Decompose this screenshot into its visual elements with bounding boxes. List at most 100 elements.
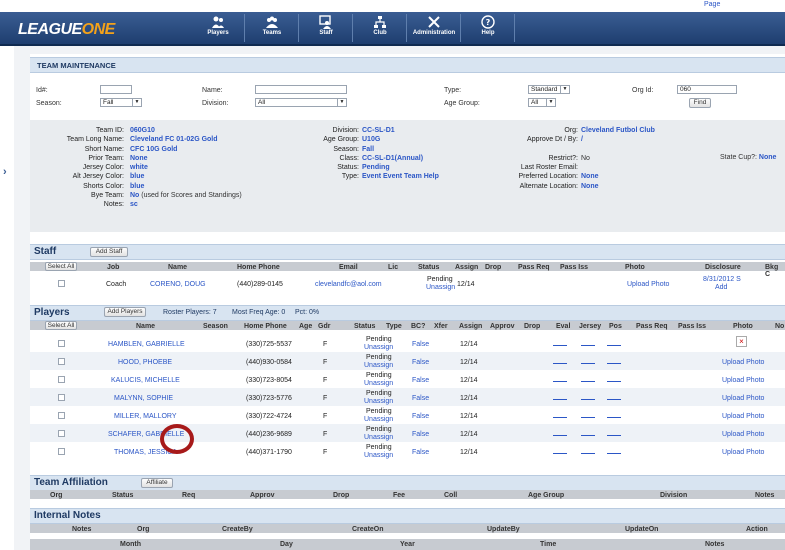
season-key: Season: [333, 145, 359, 153]
notes-value: sc [130, 201, 138, 209]
player-bc-link[interactable]: False [412, 359, 429, 366]
nav-teams[interactable]: Teams [245, 15, 299, 43]
players-col-type: Type [386, 323, 402, 330]
approve-key: Approve Dt / By: [527, 136, 578, 144]
event-team-help-link[interactable]: Event Team Help [383, 173, 439, 180]
staff-row-checkbox[interactable] [58, 280, 65, 287]
player-unassign-link[interactable]: Unassign [364, 416, 393, 423]
player-row-checkbox[interactable] [58, 340, 65, 347]
player-unassign-link[interactable]: Unassign [364, 434, 393, 441]
player-assign: 12/14 [460, 341, 478, 348]
jersey-field[interactable] [581, 363, 595, 364]
player-status: Pending [366, 444, 392, 451]
player-unassign-link[interactable]: Unassign [364, 452, 393, 459]
eval-field[interactable] [553, 417, 567, 418]
pos-field[interactable] [607, 435, 621, 436]
nav-help[interactable]: ? Help [461, 15, 515, 43]
player-status: Pending [366, 336, 392, 343]
player-bc-link[interactable]: False [412, 377, 429, 384]
add-players-button[interactable]: Add Players [104, 307, 146, 317]
staff-col-status: Status [418, 264, 440, 271]
staff-name-link[interactable]: CORENO, DOUG [150, 281, 206, 288]
jersey-field[interactable] [581, 381, 595, 382]
player-bc-link[interactable]: False [412, 341, 429, 348]
player-name-link[interactable]: MALYNN, SOPHIE [114, 395, 173, 402]
player-name-link[interactable]: HOOD, PHOEBE [118, 359, 172, 366]
jersey-field[interactable] [581, 453, 595, 454]
player-upload-photo-link[interactable]: Upload Photo [722, 377, 764, 384]
nav-players[interactable]: Players [191, 15, 245, 43]
player-row-checkbox[interactable] [58, 412, 65, 419]
type-select[interactable]: Standard ▼ [528, 85, 570, 94]
add-staff-button[interactable]: Add Staff [90, 247, 128, 257]
broken-image-icon[interactable]: × [736, 336, 747, 347]
staff-disclosure-add-link[interactable]: Add [715, 284, 727, 291]
player-bc-link[interactable]: False [412, 449, 429, 456]
staff-email-link[interactable]: clevelandfc@aol.com [315, 281, 382, 288]
pos-field[interactable] [607, 345, 621, 346]
player-upload-photo-link[interactable]: Upload Photo [722, 395, 764, 402]
jersey-field[interactable] [581, 435, 595, 436]
player-upload-photo-link[interactable]: Upload Photo [722, 359, 764, 366]
eval-field[interactable] [553, 363, 567, 364]
page-link[interactable]: Page [704, 1, 720, 8]
player-row-checkbox[interactable] [58, 394, 65, 401]
eval-field[interactable] [553, 381, 567, 382]
age-group-select[interactable]: All ▼ [528, 98, 556, 107]
type-value: Event [362, 173, 382, 181]
eval-field[interactable] [553, 435, 567, 436]
alternate-location-key: Alternate Location: [519, 182, 578, 190]
player-phone: (330)725-5537 [246, 341, 292, 348]
staff-col-home-phone: Home Phone [237, 264, 280, 271]
player-row-checkbox[interactable] [58, 448, 65, 455]
staff-unassign-link[interactable]: Unassign [426, 284, 455, 291]
staff-select-all-button[interactable]: Select All [45, 262, 77, 271]
affiliate-button[interactable]: Affiliate [141, 478, 173, 488]
player-name-link[interactable]: KALUCIS, MICHELLE [111, 377, 180, 384]
pos-field[interactable] [607, 363, 621, 364]
staff-col-assign: Assign [455, 264, 479, 271]
name-input[interactable] [255, 85, 347, 94]
player-row-checkbox[interactable] [58, 358, 65, 365]
chevron-right-icon[interactable]: › [3, 166, 7, 178]
player-unassign-link[interactable]: Unassign [364, 380, 393, 387]
eval-field[interactable] [553, 345, 567, 346]
player-row-checkbox[interactable] [58, 430, 65, 437]
nav-administration[interactable]: Administration [407, 15, 461, 43]
player-row-checkbox[interactable] [58, 376, 65, 383]
orgid-input[interactable]: 060 [677, 85, 737, 94]
staff-upload-photo-link[interactable]: Upload Photo [627, 281, 669, 288]
player-name-link[interactable]: MILLER, MALLORY [114, 413, 177, 420]
pos-field[interactable] [607, 399, 621, 400]
player-bc-link[interactable]: False [412, 413, 429, 420]
player-name-link[interactable]: HAMBLEN, GABRIELLE [108, 341, 185, 348]
pos-field[interactable] [607, 453, 621, 454]
pos-field[interactable] [607, 381, 621, 382]
player-unassign-link[interactable]: Unassign [364, 362, 393, 369]
top-strip [0, 0, 785, 12]
season-select[interactable]: Fall ▼ [100, 98, 142, 107]
jersey-field[interactable] [581, 399, 595, 400]
player-upload-photo-link[interactable]: Upload Photo [722, 431, 764, 438]
find-button[interactable]: Find [689, 98, 711, 108]
players-select-all-button[interactable]: Select All [45, 321, 77, 330]
player-bc-link[interactable]: False [412, 395, 429, 402]
jersey-field[interactable] [581, 417, 595, 418]
eval-field[interactable] [553, 399, 567, 400]
jersey-field[interactable] [581, 345, 595, 346]
staff-disclosure-link[interactable]: 8/31/2012 S [703, 276, 741, 283]
division-select[interactable]: All ▼ [255, 98, 347, 107]
id-input[interactable] [100, 85, 132, 94]
nav-staff[interactable]: Staff [299, 15, 353, 43]
players-col-no: No [775, 323, 785, 330]
state-cup-field: State Cup?: None [720, 154, 776, 161]
player-bc-link[interactable]: False [412, 431, 429, 438]
nav-club[interactable]: Club [353, 15, 407, 43]
pos-field[interactable] [607, 417, 621, 418]
notes-col-day: Day [280, 541, 293, 548]
player-unassign-link[interactable]: Unassign [364, 344, 393, 351]
eval-field[interactable] [553, 453, 567, 454]
player-unassign-link[interactable]: Unassign [364, 398, 393, 405]
player-upload-photo-link[interactable]: Upload Photo [722, 449, 764, 456]
player-upload-photo-link[interactable]: Upload Photo [722, 413, 764, 420]
